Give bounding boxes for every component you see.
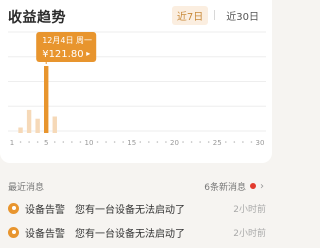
- message-text: 您有一台设备无法启动了: [75, 228, 185, 240]
- x-tick-dot: [139, 141, 142, 143]
- x-tick-label: 25: [213, 139, 222, 147]
- period-tabs: 近7日 近30日: [171, 5, 264, 25]
- x-tick-dot: [53, 141, 56, 143]
- x-tick-dot: [233, 141, 236, 143]
- x-tick-dot: [71, 141, 73, 143]
- tooltip-date: 12月4日 周一: [42, 36, 92, 45]
- x-tick-dot: [105, 141, 107, 143]
- x-tick-label: 20: [170, 139, 179, 147]
- x-tick-dot: [207, 141, 210, 143]
- chart-bar[interactable]: [26, 109, 32, 133]
- x-tick-dot: [36, 141, 39, 143]
- recent-messages-header[interactable]: 最近消息 6条新消息 ›: [8, 180, 264, 193]
- x-tick-dot: [199, 141, 201, 143]
- message-time: 2小时前: [233, 228, 266, 239]
- tab-30-days[interactable]: 近30日: [221, 6, 264, 25]
- chevron-right-icon: ›: [260, 180, 264, 192]
- chart-bar[interactable]: [35, 118, 40, 133]
- x-tick-label: 5: [44, 139, 48, 147]
- x-tick-dot: [224, 141, 227, 143]
- unread-dot-icon: [250, 183, 256, 189]
- x-tick-label: 15: [127, 139, 136, 147]
- earnings-chart: 1 5 10 15 20 25 30 12月4日 周一 ¥121.80 ▸: [8, 31, 266, 147]
- x-tick-dot: [113, 141, 116, 143]
- tab-divider: [214, 10, 216, 20]
- list-item[interactable]: 设备告警 您有一台设备无法启动了 2小时前: [8, 225, 266, 240]
- x-tick-dot: [122, 141, 124, 143]
- tooltip-arrow-icon: ▸: [86, 49, 90, 58]
- chart-bars: [18, 66, 57, 133]
- x-tick-dot: [242, 141, 244, 143]
- x-tick-dot: [156, 141, 159, 143]
- list-item[interactable]: 设备告警 您有一台设备无法启动了 2小时前: [8, 201, 266, 216]
- page-title: 收益趋势: [8, 10, 66, 26]
- x-tick-dot: [28, 141, 30, 143]
- x-tick-label: 30: [256, 139, 265, 147]
- x-tick-dot: [79, 141, 82, 143]
- x-tick-label: 10: [85, 139, 94, 147]
- chart-tooltip[interactable]: 12月4日 周一 ¥121.80 ▸: [36, 32, 97, 67]
- new-messages-indicator: 6条新消息 ›: [204, 180, 264, 193]
- x-tick-label: 1: [10, 139, 14, 147]
- x-tick-dot: [19, 141, 22, 143]
- earnings-card: 收益趋势 近7日 近30日 1 5 10 15 20 25 30 12月4日 周一 ¥121…: [0, 0, 272, 163]
- new-messages-count: 6条新消息: [204, 182, 246, 193]
- x-tick-dot: [148, 141, 150, 143]
- x-tick-dot: [62, 141, 65, 143]
- alert-icon: [8, 202, 19, 214]
- tooltip-value: ¥121.80: [42, 49, 83, 60]
- chart-bar[interactable]: [18, 127, 23, 134]
- x-tick-dot: [96, 141, 99, 143]
- x-tick-dot: [182, 141, 184, 143]
- x-tick-dot: [190, 141, 193, 143]
- alert-icon: [8, 226, 19, 238]
- tab-7-days[interactable]: 近7日: [171, 5, 209, 25]
- message-time: 2小时前: [233, 204, 266, 215]
- chart-bar[interactable]: [52, 116, 57, 134]
- recent-messages-section: 最近消息 6条新消息 › 设备告警 您有一台设备无法启动了 2小时前 设备告警 …: [0, 171, 272, 248]
- chart-bar[interactable]: [44, 66, 49, 133]
- x-tick-dot: [250, 141, 253, 143]
- recent-messages-title: 最近消息: [8, 182, 45, 193]
- message-type: 设备告警: [25, 228, 65, 240]
- message-type: 设备告警: [25, 204, 65, 216]
- chart-x-ticks: 1 5 10 15 20 25 30: [10, 139, 265, 147]
- message-text: 您有一台设备无法启动了: [75, 204, 185, 216]
- x-tick-dot: [165, 141, 167, 143]
